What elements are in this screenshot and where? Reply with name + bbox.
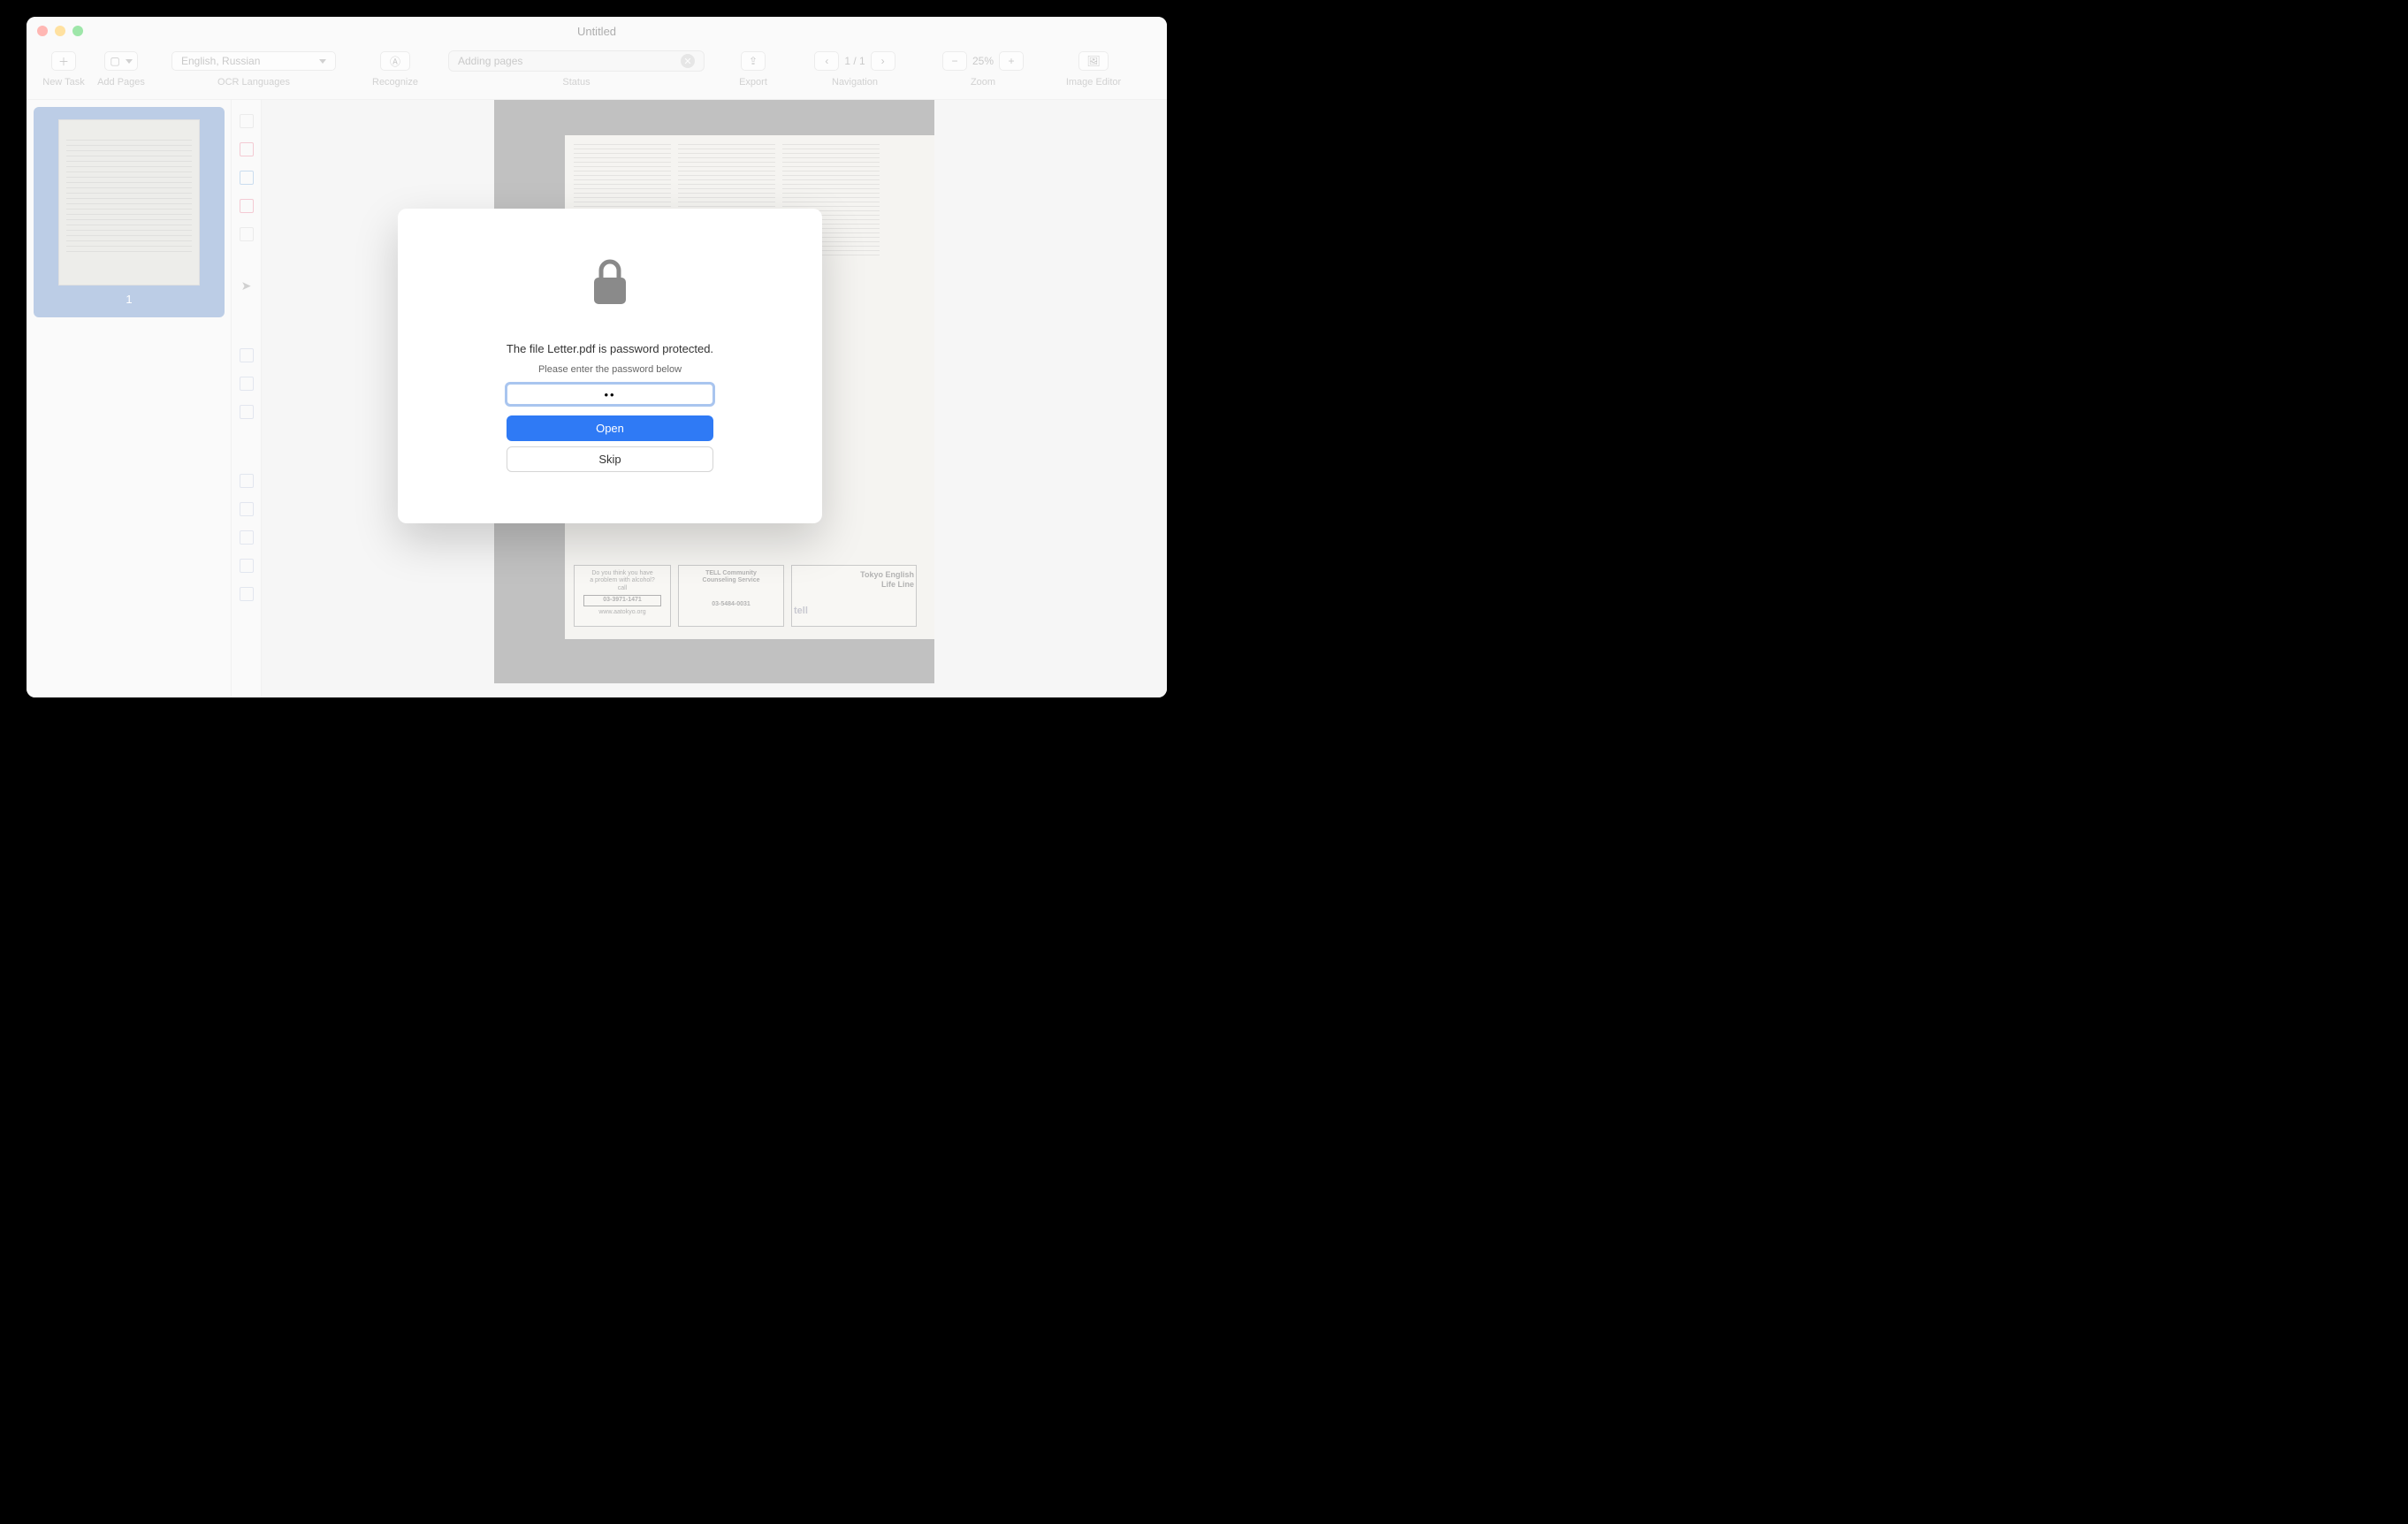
open-button[interactable]: Open [507,415,713,441]
password-dialog: The file Letter.pdf is password protecte… [398,209,822,523]
password-input[interactable] [507,384,713,405]
skip-button[interactable]: Skip [507,446,713,472]
dialog-subtext: Please enter the password below [538,364,682,375]
app-window: Untitled ＋ New Task ▢ Add Pages English,… [27,17,1167,697]
dialog-message: The file Letter.pdf is password protecte… [507,342,713,355]
lock-icon [591,256,629,312]
